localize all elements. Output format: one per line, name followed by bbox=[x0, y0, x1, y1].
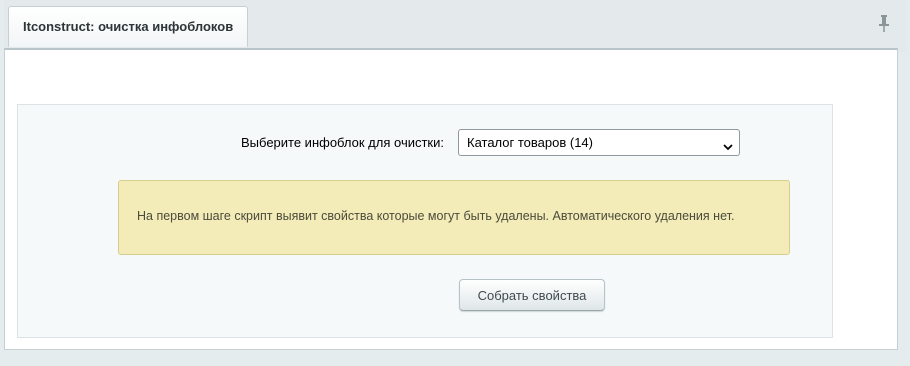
iblock-select[interactable]: Каталог товаров (14) bbox=[458, 129, 740, 156]
content-panel: Выберите инфоблок для очистки: Каталог т… bbox=[4, 48, 898, 350]
collect-properties-button[interactable]: Собрать свойства bbox=[459, 279, 605, 311]
iblock-select-value: Каталог товаров (14) bbox=[467, 135, 593, 150]
info-notice: На первом шаге скрипт выявит свойства ко… bbox=[118, 180, 790, 255]
iblock-select-label: Выберите инфоблок для очистки: bbox=[241, 135, 444, 150]
tab-itconstruct-cleanup[interactable]: Itconstruct: очистка инфоблоков bbox=[8, 6, 248, 47]
notice-text: На первом шаге скрипт выявит свойства ко… bbox=[137, 209, 735, 223]
admin-page: Itconstruct: очистка инфоблоков Выберите… bbox=[0, 0, 910, 366]
chevron-down-icon bbox=[723, 138, 733, 151]
tab-strip: Itconstruct: очистка инфоблоков bbox=[4, 0, 906, 52]
pin-icon[interactable] bbox=[876, 14, 892, 34]
cleanup-form: Выберите инфоблок для очистки: Каталог т… bbox=[17, 104, 833, 338]
tab-title: Itconstruct: очистка инфоблоков bbox=[23, 19, 234, 34]
